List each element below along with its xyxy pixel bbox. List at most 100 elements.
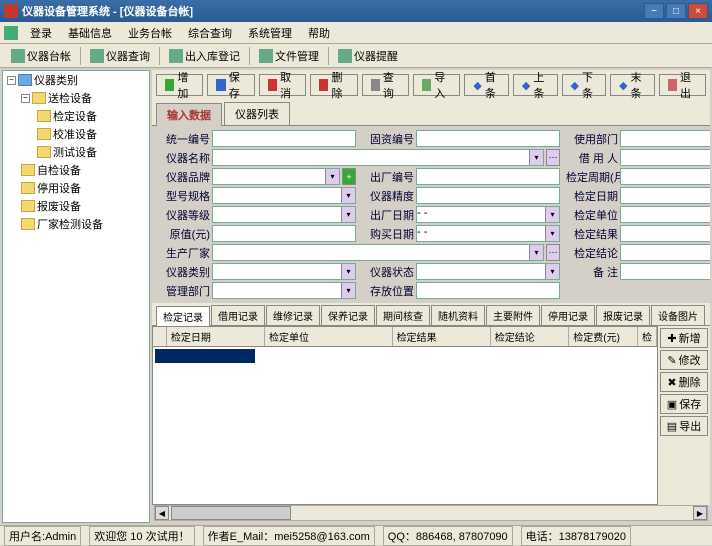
last-button[interactable]: ◆末条	[610, 74, 655, 96]
tree-node[interactable]: 厂家检测设备	[3, 215, 149, 233]
menu-login[interactable]: 登录	[22, 23, 60, 43]
exit-button[interactable]: 退出	[659, 74, 706, 96]
exit-icon	[668, 79, 677, 91]
folder-icon	[32, 92, 46, 104]
file-icon	[259, 49, 273, 63]
menu-ledger[interactable]: 业务台帐	[120, 23, 180, 43]
tree-node[interactable]: 自检设备	[3, 161, 149, 179]
window-titlebar: 仪器设备管理系统 - [仪器设备台帐] − □ ×	[0, 0, 712, 22]
grade-combo[interactable]: ▾	[212, 206, 356, 223]
maker-combo[interactable]: ▾	[212, 244, 544, 261]
check-date-field[interactable]	[620, 187, 710, 204]
disk-icon: ▣	[667, 398, 677, 411]
query-button[interactable]: 查询	[362, 74, 409, 96]
fixed-id-field[interactable]	[416, 130, 560, 147]
menu-system[interactable]: 系统管理	[240, 23, 300, 43]
borrower-field[interactable]	[620, 149, 710, 166]
out-date-combo[interactable]: - -▾	[416, 206, 560, 223]
tab-input[interactable]: 输入数据	[156, 103, 222, 126]
grid-body[interactable]: ▶	[153, 347, 657, 505]
app-icon	[4, 4, 18, 18]
subtab-docs[interactable]: 随机资料	[431, 305, 485, 325]
subtab-period[interactable]: 期间核查	[376, 305, 430, 325]
subtab-stop[interactable]: 停用记录	[541, 305, 595, 325]
subtab-image[interactable]: 设备图片	[651, 305, 705, 325]
tree-root[interactable]: − 仪器类别	[3, 71, 149, 89]
cancel-button[interactable]: 取消	[259, 74, 306, 96]
scroll-left-icon[interactable]: ◀	[155, 506, 169, 520]
picker-icon[interactable]: ⋯	[546, 244, 560, 261]
tree-leaf[interactable]: 校准设备	[3, 125, 149, 143]
records-grid[interactable]: 检定日期 检定单位 检定结果 检定结论 检定费(元) 检 ▶	[152, 326, 658, 505]
grid-delete-button[interactable]: ✖删除	[660, 372, 708, 392]
next-button[interactable]: ◆下条	[562, 74, 607, 96]
model-combo[interactable]: ▾	[212, 187, 356, 204]
location-field[interactable]	[416, 282, 560, 299]
tool-ledger[interactable]: 仪器台帐	[4, 45, 78, 67]
picker-icon[interactable]: ⋯	[546, 149, 560, 166]
minimize-button[interactable]: −	[644, 3, 664, 19]
conclusion-field[interactable]	[620, 244, 710, 261]
save-button[interactable]: 保存	[207, 74, 254, 96]
tree-leaf[interactable]: 检定设备	[3, 107, 149, 125]
maximize-button[interactable]: □	[666, 3, 686, 19]
grid-edit-button[interactable]: ✎修改	[660, 350, 708, 370]
subtab-maint[interactable]: 保养记录	[321, 305, 375, 325]
tree-node[interactable]: 报废设备	[3, 197, 149, 215]
grid-export-button[interactable]: ▤导出	[660, 416, 708, 436]
tree-node[interactable]: 停用设备	[3, 179, 149, 197]
tool-file[interactable]: 文件管理	[252, 45, 326, 67]
scroll-thumb[interactable]	[171, 506, 291, 520]
subtab-borrow[interactable]: 借用记录	[211, 305, 265, 325]
scroll-right-icon[interactable]: ▶	[693, 506, 707, 520]
remark-field[interactable]	[620, 263, 710, 280]
form-panel: 统一编号 固资编号 使用部门 借用日期 仪器名称▾⋯ 借 用 人 联系电话 仪器…	[152, 126, 710, 303]
tree-leaf[interactable]: 测试设备	[3, 143, 149, 161]
add-brand-icon[interactable]: +	[342, 168, 356, 185]
import-button[interactable]: 导入	[413, 74, 460, 96]
subtab-check[interactable]: 检定记录	[156, 306, 210, 326]
precision-field[interactable]	[416, 187, 560, 204]
status-combo[interactable]: ▾	[416, 263, 560, 280]
chevron-down-icon: ▾	[545, 264, 559, 279]
delete-button[interactable]: 删除	[310, 74, 357, 96]
menu-query[interactable]: 综合查询	[180, 23, 240, 43]
subtab-scrap[interactable]: 报废记录	[596, 305, 650, 325]
ledger-icon	[11, 49, 25, 63]
mgmt-dept-combo[interactable]: ▾	[212, 282, 356, 299]
subtab-repair[interactable]: 维修记录	[266, 305, 320, 325]
brand-combo[interactable]: ▾	[212, 168, 340, 185]
menu-basic[interactable]: 基础信息	[60, 23, 120, 43]
factory-no-field[interactable]	[416, 168, 560, 185]
prev-button[interactable]: ◆上条	[513, 74, 558, 96]
grid-new-button[interactable]: ✚新增	[660, 328, 708, 348]
check-unit-field[interactable]	[620, 206, 710, 223]
search-icon	[371, 79, 380, 91]
category-tree[interactable]: − 仪器类别 − 送检设备 检定设备 校准设备 测试设备 自检设备 停用设备 报…	[2, 70, 150, 523]
tree-node[interactable]: − 送检设备	[3, 89, 149, 107]
tab-list[interactable]: 仪器列表	[224, 102, 290, 125]
close-button[interactable]: ×	[688, 3, 708, 19]
first-button[interactable]: ◆首条	[464, 74, 509, 96]
tool-query[interactable]: 仪器查询	[83, 45, 157, 67]
uid-field[interactable]	[212, 130, 356, 147]
chevron-down-icon: ▾	[529, 150, 543, 165]
name-combo[interactable]: ▾	[212, 149, 544, 166]
result-field[interactable]	[620, 225, 710, 242]
folder-icon	[21, 218, 35, 230]
folder-icon	[21, 182, 35, 194]
expand-icon[interactable]: −	[21, 94, 30, 103]
buy-date-combo[interactable]: - -▾	[416, 225, 560, 242]
menu-help[interactable]: 帮助	[300, 23, 338, 43]
tool-remind[interactable]: 仪器提醒	[331, 45, 405, 67]
grid-save-button[interactable]: ▣保存	[660, 394, 708, 414]
horizontal-scrollbar[interactable]: ◀ ▶	[154, 505, 708, 521]
cycle-field[interactable]	[620, 168, 710, 185]
tool-inout[interactable]: 出入库登记	[162, 45, 247, 67]
category-combo[interactable]: ▾	[212, 263, 356, 280]
dept-field[interactable]	[620, 130, 710, 147]
expand-icon[interactable]: −	[7, 76, 16, 85]
price-field[interactable]	[212, 225, 356, 242]
subtab-parts[interactable]: 主要附件	[486, 305, 540, 325]
add-button[interactable]: 增加	[156, 74, 203, 96]
